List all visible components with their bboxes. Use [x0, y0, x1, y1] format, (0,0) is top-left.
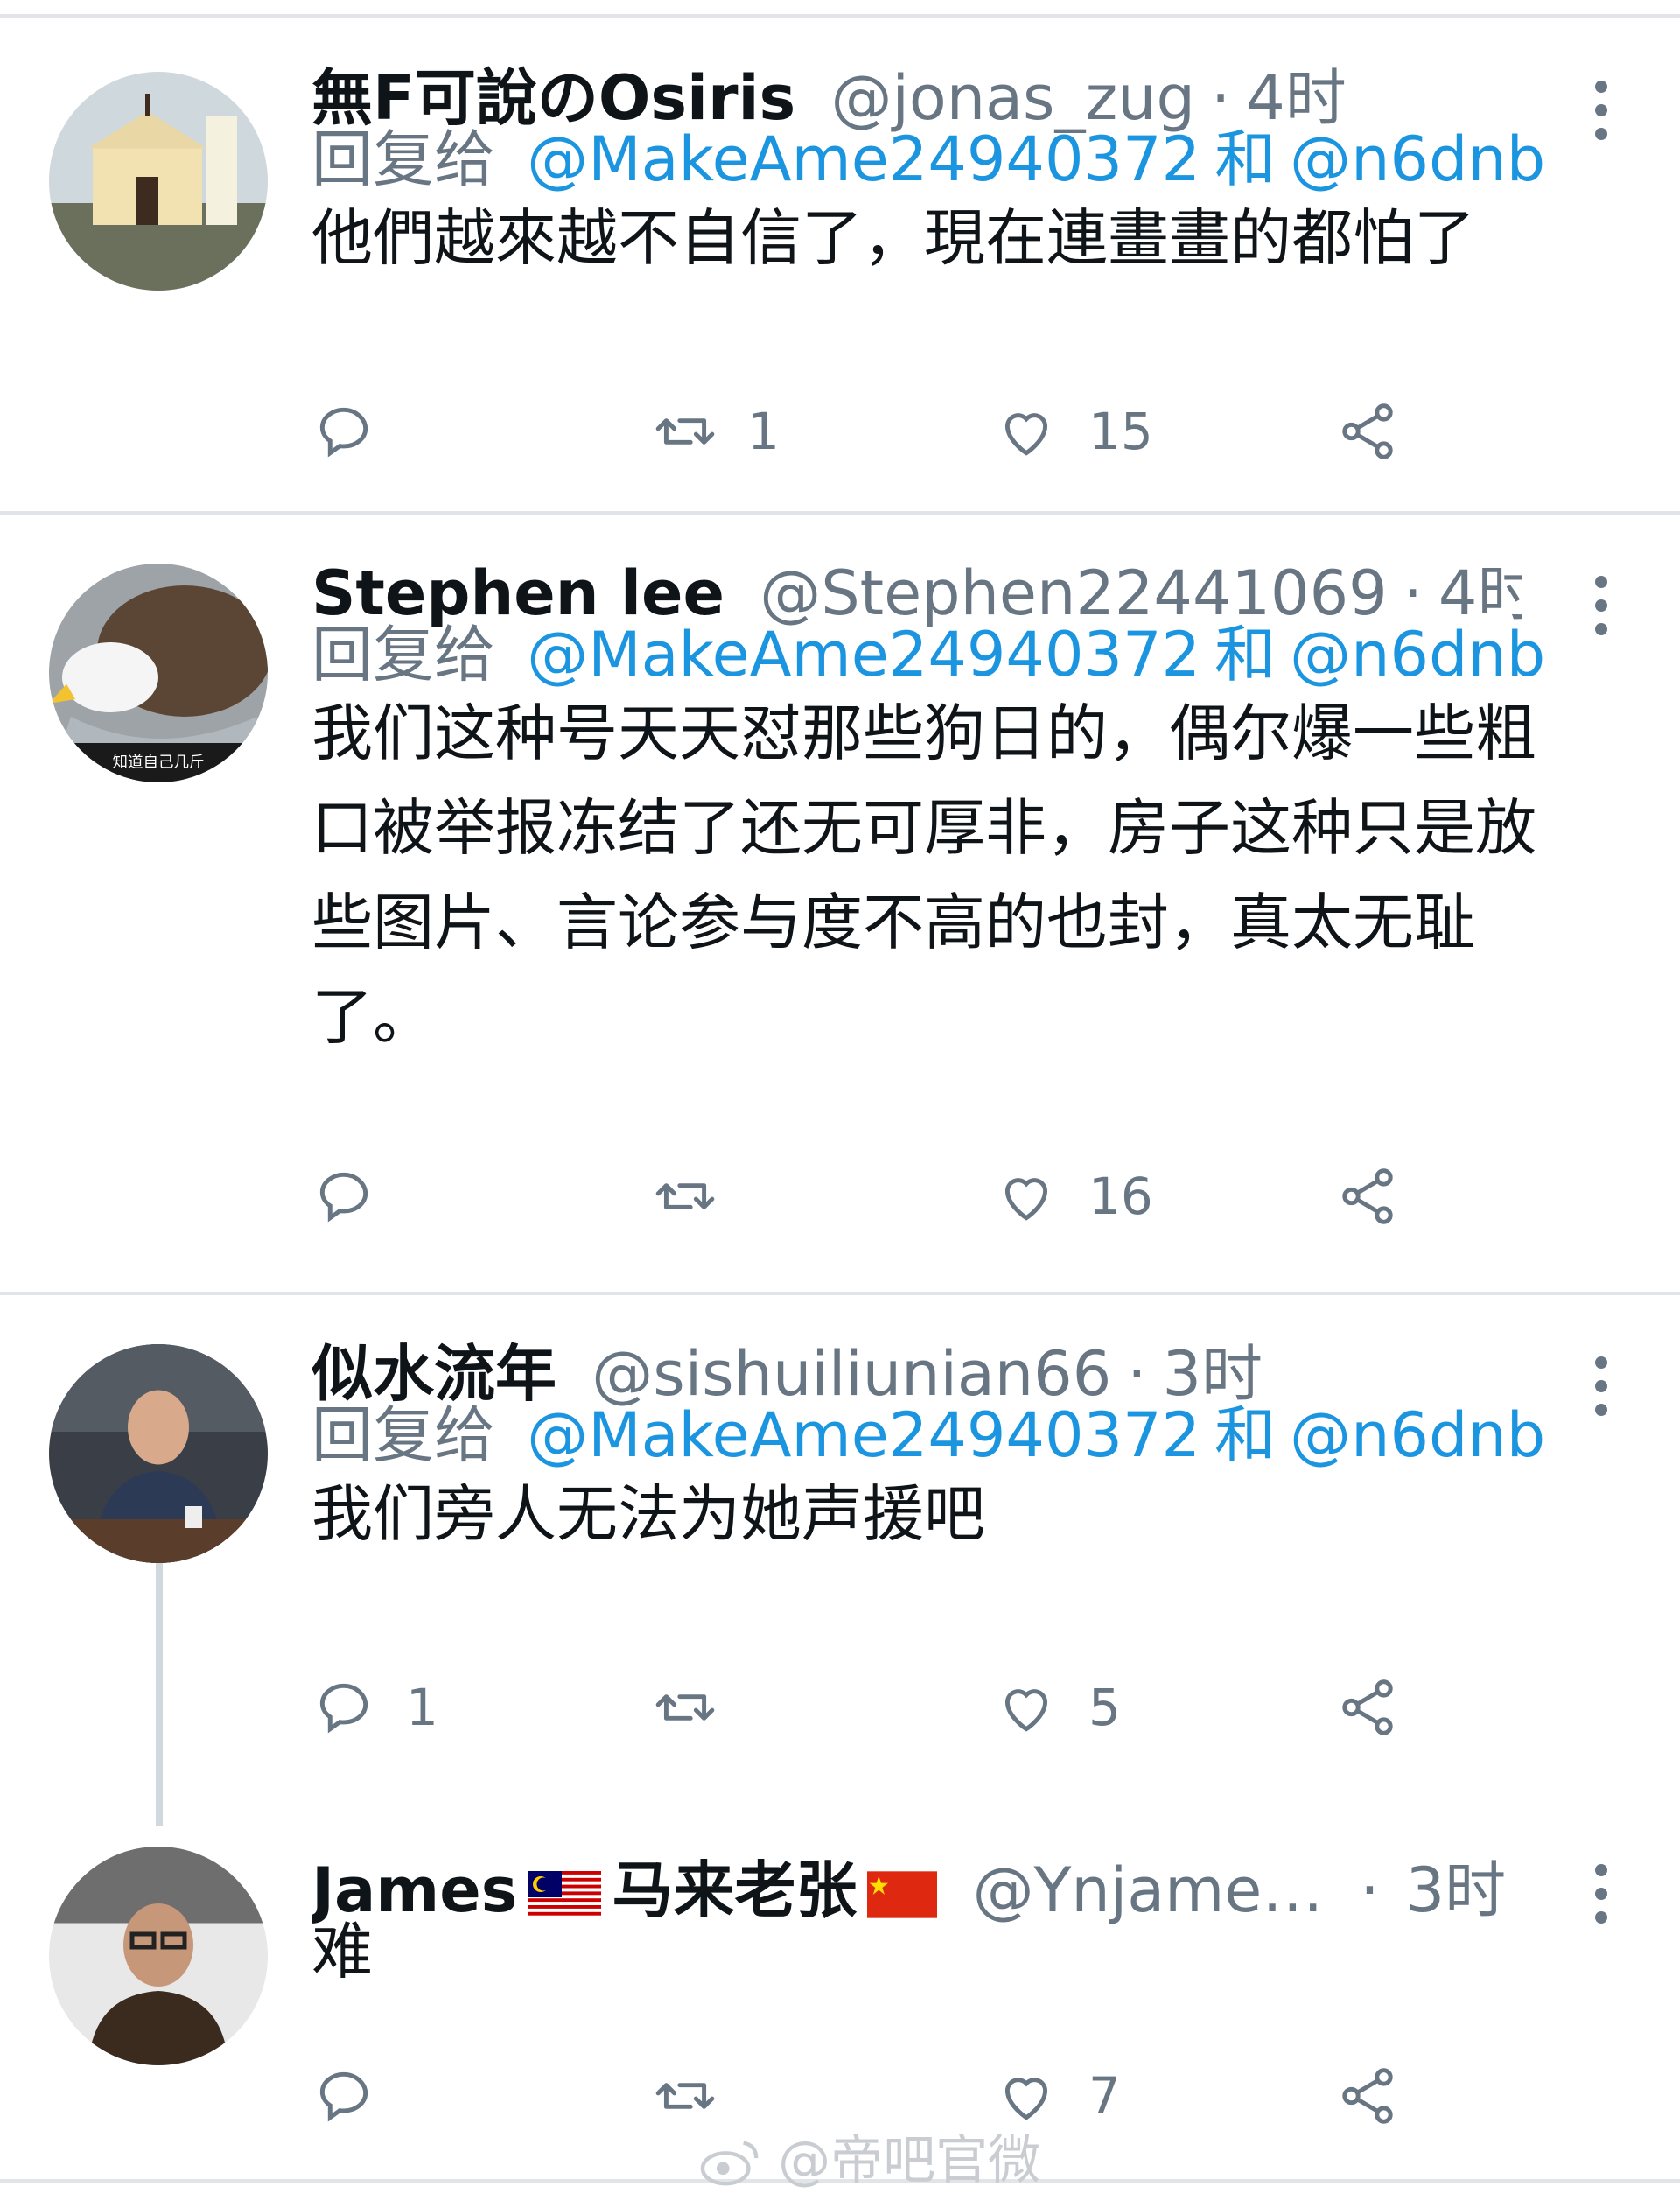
- timestamp[interactable]: 4时: [1438, 558, 1522, 628]
- like-count: 7: [1088, 2066, 1121, 2126]
- avatar-eagle-image: 知道自己几斤: [49, 564, 268, 782]
- tweet-osiris[interactable]: 無F可說のOsiris @jonas_zug · 4时 回复给 @MakeAme24…: [0, 18, 1680, 509]
- display-name[interactable]: 似水流年: [312, 1339, 556, 1409]
- display-name[interactable]: 無F可說のOsiris: [312, 63, 795, 133]
- tweet-header: 似水流年 @sishuiliunian66 · 3时: [312, 1339, 1522, 1409]
- and-label: 和: [1214, 619, 1277, 690]
- avatar-caption: 知道自己几斤: [113, 754, 205, 772]
- tweet-text: 他們越來越不自信了，現在連畫畫的都怕了: [312, 202, 1475, 274]
- reply-button[interactable]: [312, 1157, 406, 1236]
- user-handle[interactable]: @jonas_zug: [830, 63, 1195, 133]
- reply-button[interactable]: [312, 392, 406, 471]
- reply-icon: [319, 407, 368, 458]
- reply-icon: [319, 1683, 368, 1734]
- mention-link[interactable]: @n6dnb: [1290, 1399, 1545, 1471]
- like-icon: [1004, 413, 1048, 456]
- share-icon: [1342, 1679, 1393, 1735]
- more-icon[interactable]: [1592, 576, 1610, 647]
- mention-link[interactable]: @MakeAme24940372: [527, 123, 1200, 195]
- like-count: 16: [1088, 1167, 1153, 1226]
- display-name[interactable]: Stephen lee: [312, 558, 724, 628]
- reply-button[interactable]: [312, 2057, 406, 2135]
- reply-count: 1: [406, 1678, 438, 1737]
- like-button[interactable]: 5: [994, 1668, 1121, 1747]
- separator-dot: ·: [1127, 1339, 1147, 1409]
- tweet-sishui[interactable]: 似水流年 @sishuiliunian66 · 3时 回复给 @MakeAme249…: [0, 1295, 1680, 1838]
- mention-link[interactable]: @n6dnb: [1290, 123, 1545, 195]
- action-bar: 1 5: [312, 1668, 1449, 1747]
- avatar[interactable]: [49, 1847, 268, 2065]
- separator-dot: ·: [1403, 558, 1423, 628]
- more-icon[interactable]: [1592, 81, 1610, 151]
- action-bar: 16: [312, 1157, 1449, 1236]
- reply-to-label: 回复给: [312, 123, 495, 195]
- reply-icon: [319, 2071, 368, 2122]
- and-label: 和: [1214, 1399, 1277, 1471]
- tweet-text: 难: [312, 1916, 373, 1987]
- tweet-header: 無F可說のOsiris @jonas_zug · 4时: [312, 63, 1522, 133]
- reply-context: 回复给 @MakeAme24940372 和 @n6dnb: [312, 1400, 1545, 1470]
- like-icon: [1004, 1178, 1048, 1221]
- reply-context: 回复给 @MakeAme24940372 和 @n6dnb: [312, 620, 1545, 690]
- like-count: 5: [1088, 1678, 1121, 1737]
- mention-link[interactable]: @MakeAme24940372: [527, 619, 1200, 690]
- reply-icon: [319, 1172, 368, 1223]
- share-button[interactable]: [1335, 1668, 1400, 1747]
- share-button[interactable]: [1335, 392, 1400, 471]
- mention-link[interactable]: @n6dnb: [1290, 619, 1545, 690]
- share-icon: [1342, 403, 1393, 459]
- avatar[interactable]: 知道自己几斤: [49, 564, 268, 782]
- share-button[interactable]: [1335, 2057, 1400, 2135]
- action-bar: 1 15: [312, 392, 1449, 471]
- watermark: @帝吧官微: [700, 2118, 1040, 2194]
- retweet-icon: [655, 418, 715, 445]
- tweet-text: 我们这种号天天怼那些狗日的，偶尔爆一些粗 口被举报冻结了还无可厚非，房子这种只是…: [312, 697, 1536, 1053]
- timestamp[interactable]: 4时: [1246, 63, 1347, 133]
- tweet-text: 我们旁人无法为她声援吧: [312, 1478, 985, 1550]
- tweet-stephen[interactable]: 知道自己几斤 Stephen lee @Stephen22441069 · 4时 回…: [0, 515, 1680, 1293]
- retweet-button[interactable]: [653, 1668, 747, 1747]
- reply-to-label: 回复给: [312, 1399, 495, 1471]
- share-icon: [1342, 2068, 1393, 2124]
- reply-to-label: 回复给: [312, 619, 495, 690]
- avatar-church-image: [49, 72, 268, 291]
- share-icon: [1342, 1168, 1393, 1224]
- tweet-header: Stephen lee @Stephen22441069 · 4时: [312, 558, 1522, 628]
- watermark-text: @帝吧官微: [778, 2130, 1041, 2191]
- retweet-button[interactable]: [653, 1157, 747, 1236]
- more-icon[interactable]: [1592, 1356, 1610, 1427]
- user-handle[interactable]: @Stephen22441069: [760, 558, 1387, 628]
- separator-dot: ·: [1211, 63, 1231, 133]
- like-count: 15: [1088, 402, 1153, 461]
- and-label: 和: [1214, 123, 1277, 195]
- share-button[interactable]: [1335, 1157, 1400, 1236]
- avatar-man-office-image: [49, 1344, 268, 1563]
- user-handle[interactable]: @sishuiliunian66: [592, 1339, 1111, 1409]
- avatar[interactable]: [49, 72, 268, 291]
- like-icon: [1004, 1689, 1048, 1732]
- retweet-button[interactable]: 1: [653, 392, 780, 471]
- retweet-icon: [655, 1694, 715, 1721]
- reply-button[interactable]: 1: [312, 1668, 438, 1747]
- avatar-older-man-image: [49, 1847, 268, 2065]
- reply-context: 回复给 @MakeAme24940372 和 @n6dnb: [312, 124, 1545, 194]
- mention-link[interactable]: @MakeAme24940372: [527, 1399, 1200, 1471]
- retweet-icon: [655, 1183, 715, 1209]
- timestamp[interactable]: 3时: [1163, 1339, 1264, 1409]
- retweet-count: 1: [747, 402, 780, 461]
- avatar[interactable]: [49, 1344, 268, 1563]
- weibo-logo-icon: [700, 2141, 759, 2186]
- like-button[interactable]: 15: [994, 392, 1153, 471]
- like-button[interactable]: 16: [994, 1157, 1153, 1236]
